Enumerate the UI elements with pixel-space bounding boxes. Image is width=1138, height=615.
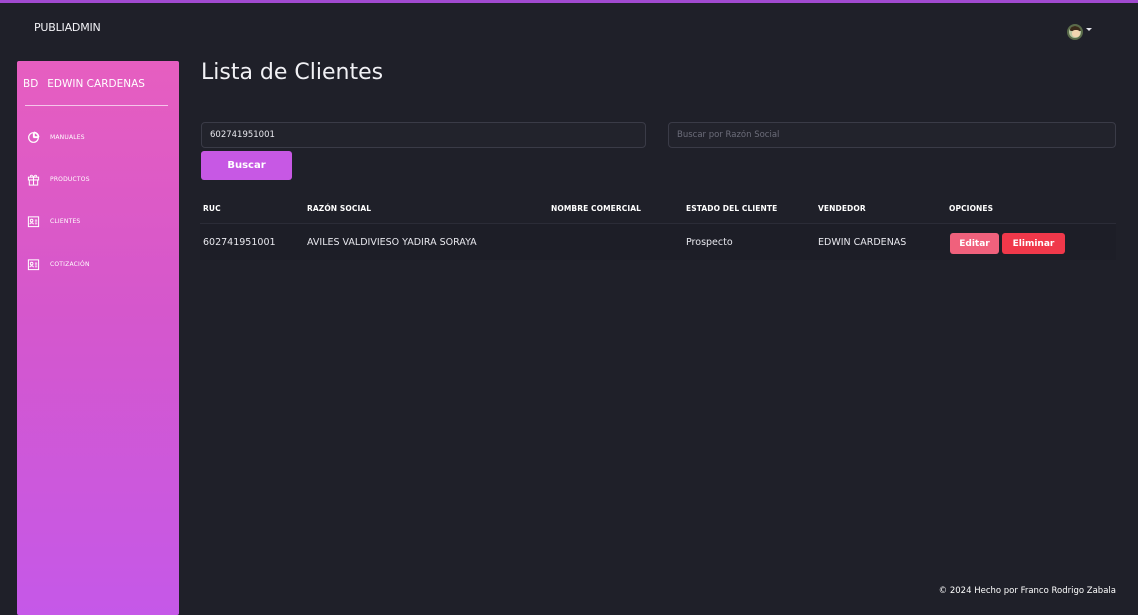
column-header-ruc: RUC [203, 204, 221, 213]
sidebar-item-cotizacion[interactable]: COTIZACIÓN [27, 258, 90, 271]
user-initials: BD [23, 78, 39, 90]
column-header-nombre-comercial: NOMBRE COMERCIAL [551, 204, 642, 213]
column-header-vendedor: VENDEDOR [818, 204, 866, 213]
ruc-search-input[interactable] [201, 122, 646, 148]
footer-credits: © 2024 Hecho por Franco Rodrigo Zabala [938, 586, 1116, 596]
razon-social-search-input[interactable] [668, 122, 1116, 148]
sidebar-divider [25, 105, 168, 106]
contact-card-icon [27, 216, 40, 228]
delete-button[interactable]: Eliminar [1002, 233, 1065, 254]
sidebar-item-label: COTIZACIÓN [50, 261, 90, 268]
sidebar-item-label: MANUALES [50, 134, 85, 141]
app-brand[interactable]: PUBLIADMIN [34, 21, 101, 34]
edit-button[interactable]: Editar [950, 233, 999, 254]
gift-icon [27, 174, 40, 186]
cell-ruc: 602741951001 [203, 237, 276, 248]
sidebar-item-productos[interactable]: PRODUCTOS [27, 173, 90, 186]
caret-down-icon[interactable] [1086, 28, 1092, 31]
sidebar-user[interactable]: BD EDWIN CARDENAS [23, 78, 145, 90]
column-header-estado: ESTADO DEL CLIENTE [686, 204, 778, 213]
sidebar-item-manuales[interactable]: MANUALES [27, 131, 85, 144]
column-header-opciones: OPCIONES [949, 204, 994, 213]
sidebar-item-label: PRODUCTOS [50, 176, 90, 183]
cell-razon-social: AVILES VALDIVIESO YADIRA SORAYA [307, 237, 477, 248]
contact-card-icon [27, 259, 40, 271]
column-header-razon-social: RAZÓN SOCIAL [307, 204, 372, 213]
user-name: EDWIN CARDENAS [47, 78, 145, 90]
cell-vendedor: EDWIN CARDENAS [818, 237, 907, 248]
user-avatar-icon[interactable] [1067, 24, 1083, 40]
sidebar-item-label: CLIENTES [50, 218, 81, 225]
cell-estado: Prospecto [686, 237, 733, 248]
pie-chart-icon [28, 131, 40, 143]
page-title: Lista de Clientes [201, 60, 384, 85]
search-button[interactable]: Buscar [201, 151, 292, 180]
sidebar-item-clientes[interactable]: CLIENTES [27, 215, 80, 228]
top-accent-line [0, 0, 1138, 3]
sidebar: BD EDWIN CARDENAS MANUALES PRODUCTOS CLI… [17, 61, 179, 615]
